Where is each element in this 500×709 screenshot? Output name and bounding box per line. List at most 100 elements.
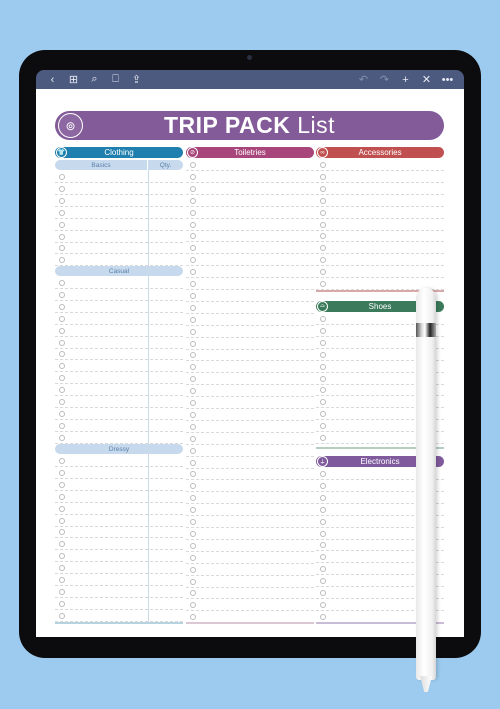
checklist-row[interactable] [186,552,314,564]
checkbox[interactable] [59,612,65,619]
checklist-row[interactable] [55,420,183,432]
checkbox[interactable] [320,411,326,418]
checklist-row[interactable] [55,526,183,539]
checkbox[interactable] [59,209,65,216]
search-icon[interactable]: ⌕ [84,70,105,89]
checkbox[interactable] [320,375,326,382]
checkbox[interactable] [320,269,326,276]
checklist-row[interactable] [186,338,314,350]
undo-icon[interactable]: ↶ [353,70,374,89]
checkbox[interactable] [320,578,326,585]
checkbox[interactable] [59,257,65,264]
checklist-row[interactable] [316,266,444,279]
checkbox[interactable] [190,435,196,442]
checklist-row[interactable] [55,254,183,267]
checklist-row[interactable] [186,599,314,612]
checklist-row[interactable] [55,384,183,397]
checkbox[interactable] [190,233,196,240]
checklist-row[interactable] [316,159,444,171]
checkbox[interactable] [320,233,326,240]
checkbox[interactable] [320,590,326,596]
checkbox[interactable] [59,174,65,180]
checkbox[interactable] [59,233,65,240]
checklist-row[interactable] [55,610,183,622]
checkbox[interactable] [59,291,65,298]
checklist-row[interactable] [55,479,183,491]
checklist-row[interactable] [186,433,314,445]
checkbox[interactable] [190,173,196,180]
checkbox[interactable] [59,315,65,322]
checkbox[interactable] [190,542,196,549]
checkbox[interactable] [59,280,65,286]
checkbox[interactable] [59,458,65,464]
checklist-row[interactable] [186,564,314,576]
checklist-row[interactable] [316,183,444,195]
checkbox[interactable] [190,495,196,502]
checkbox[interactable] [190,328,196,335]
checklist-row[interactable] [186,171,314,183]
checklist-row[interactable] [55,562,183,575]
checkbox[interactable] [59,481,65,488]
checklist-row[interactable] [55,360,183,373]
checkbox[interactable] [320,482,326,489]
checkbox[interactable] [59,469,65,476]
checklist-row[interactable] [186,361,314,374]
checkbox[interactable] [59,351,65,358]
checklist-row[interactable] [316,195,444,207]
checklist-row[interactable] [186,492,314,505]
checklist-row[interactable] [186,314,314,326]
checklist-row[interactable] [186,159,314,171]
checklist-row[interactable] [55,277,183,289]
checkbox[interactable] [190,400,196,406]
checkbox[interactable] [190,364,196,371]
checkbox[interactable] [190,483,196,490]
checkbox[interactable] [320,245,326,252]
checklist-row[interactable] [186,207,314,219]
checkbox[interactable] [320,363,326,370]
checkbox[interactable] [190,388,196,395]
checklist-row[interactable] [186,254,314,267]
checklist-row[interactable] [186,385,314,398]
checkbox[interactable] [59,553,65,560]
checkbox[interactable] [59,185,65,192]
checklist-row[interactable] [55,574,183,586]
checkbox[interactable] [190,197,196,204]
checklist-row[interactable] [186,516,314,528]
checkbox[interactable] [190,566,196,573]
checklist-row[interactable] [186,373,314,386]
more-icon[interactable]: ••• [437,70,458,89]
checklist-row[interactable] [55,171,183,183]
grid-icon[interactable]: ⊞ [63,70,84,89]
checkbox[interactable] [190,507,196,514]
checklist-row[interactable] [55,325,183,337]
checklist-row[interactable] [55,372,183,385]
checklist-row[interactable] [186,468,314,481]
checkbox[interactable] [320,542,326,549]
checkbox[interactable] [320,351,326,358]
checklist-row[interactable] [55,455,183,467]
checklist-row[interactable] [186,445,314,457]
checkbox[interactable] [320,327,326,334]
checkbox[interactable] [59,565,65,572]
checklist-row[interactable] [186,528,314,540]
checkbox[interactable] [59,197,65,204]
checkbox[interactable] [190,578,196,585]
checklist-row[interactable] [186,480,314,493]
checkbox[interactable] [320,257,326,264]
checkbox[interactable] [190,162,196,168]
checkbox[interactable] [190,459,196,466]
checkbox[interactable] [190,376,196,383]
checkbox[interactable] [320,554,326,561]
checkbox[interactable] [190,209,196,216]
checklist-row[interactable] [55,337,183,349]
checklist-row[interactable] [186,266,314,279]
checkbox[interactable] [59,422,65,429]
checkbox[interactable] [59,410,65,417]
checkbox[interactable] [190,185,196,192]
checkbox[interactable] [59,387,65,394]
checkbox[interactable] [190,554,196,561]
checklist-row[interactable] [186,349,314,362]
checkbox[interactable] [320,518,326,525]
checkbox[interactable] [320,281,326,287]
checkbox[interactable] [190,519,196,525]
